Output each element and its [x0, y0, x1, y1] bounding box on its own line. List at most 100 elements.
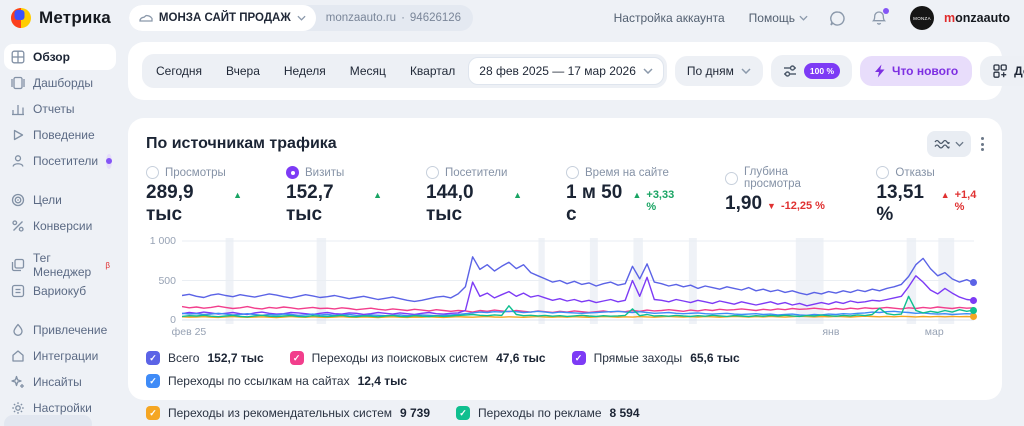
series-end-dot: [970, 307, 977, 314]
account-settings-link[interactable]: Настройка аккаунта: [614, 11, 725, 25]
integrations-icon: [10, 349, 25, 364]
chart: 1 0005000 фев 25янвмар: [146, 238, 984, 341]
sidebar-bottom-element[interactable]: [4, 415, 92, 426]
metric-delta: +1,4 %: [955, 189, 984, 213]
line-chart-icon: [934, 138, 950, 150]
metric-delta: -12,25 %: [781, 200, 825, 212]
legend-item[interactable]: ✓ Переходы из поисковых систем 47,6 тыс: [290, 351, 546, 365]
metric-tab[interactable]: Просмотры 289,9 тыс ▲: [146, 166, 242, 226]
help-menu[interactable]: Помощь: [749, 11, 808, 25]
legend-item[interactable]: ✓ Переходы из рекомендательных систем 9 …: [146, 406, 430, 420]
metric-value: 13,51 %: [876, 182, 935, 226]
avatar[interactable]: MONZA: [910, 6, 934, 30]
legend-checkbox[interactable]: ✓: [572, 351, 586, 365]
chevron-down-icon: [643, 68, 653, 74]
notifications-button[interactable]: [866, 5, 892, 31]
sidebar-item-behavior[interactable]: Поведение: [4, 122, 116, 148]
metric-radio[interactable]: [876, 166, 889, 179]
period-button[interactable]: Вчера: [215, 57, 271, 85]
chat-bubble-icon: [829, 10, 846, 27]
series-end-dot: [970, 279, 977, 286]
legend-item[interactable]: ✓ Прямые заходы 65,6 тыс: [572, 351, 740, 365]
metrica-logo[interactable]: Метрика: [10, 7, 111, 29]
legend-item[interactable]: ✓ Переходы по ссылкам на сайтах 12,4 тыс: [146, 374, 407, 388]
metric-tab[interactable]: Глубина просмотра 1,90 ▼ -12,25 %: [725, 166, 832, 226]
date-range-picker[interactable]: 28 фев 2025 — 17 мар 2026: [468, 57, 664, 85]
dashboards-icon: [10, 76, 25, 91]
sidebar-item-variocube[interactable]: Вариокуб: [4, 278, 116, 304]
sidebar-item-goals[interactable]: Цели: [4, 187, 116, 213]
period-button[interactable]: Сегодня: [145, 57, 213, 85]
sidebar-item-insights[interactable]: Инсайты: [4, 369, 116, 395]
sidebar-item-label: Дашборды: [33, 76, 93, 90]
chart-type-selector[interactable]: [927, 131, 971, 157]
sidebar-item-label: Посетители: [33, 154, 98, 168]
card-title: По источникам трафика: [146, 135, 337, 153]
legend-checkbox[interactable]: ✓: [290, 351, 304, 365]
metric-tab[interactable]: Время на сайте 1 м 50 с ▲ +3,33 %: [566, 166, 681, 226]
sliders-icon: [783, 64, 797, 78]
sampling-control[interactable]: 100 %: [771, 55, 852, 87]
legend-value: 65,6 тыс: [690, 351, 740, 365]
metric-radio[interactable]: [566, 166, 579, 179]
metric-radio[interactable]: [426, 166, 439, 179]
legend-checkbox[interactable]: ✓: [146, 351, 160, 365]
legend-label: Переходы из рекомендательных систем: [168, 406, 392, 420]
metrica-logo-icon: [10, 7, 32, 29]
chevron-down-icon: [955, 141, 964, 147]
metric-label: Посетители: [445, 167, 507, 179]
sidebar-item-grid[interactable]: Обзор: [4, 44, 116, 70]
metric-tab[interactable]: Отказы 13,51 % ▲ +1,4 %: [876, 166, 984, 226]
metric-tab[interactable]: Посетители 144,0 тыс ▲: [426, 166, 522, 226]
chevron-down-icon: [799, 15, 808, 21]
sidebar-item-visitors[interactable]: Посетители: [4, 148, 116, 174]
goals-icon: [10, 193, 25, 208]
sidebar-item-acquisition[interactable]: Привлечение: [4, 317, 116, 343]
period-button[interactable]: Неделя: [273, 57, 337, 85]
sidebar-item-reports[interactable]: Отчеты: [4, 96, 116, 122]
date-range-value: 28 фев 2025 — 17 мар 2026: [479, 64, 636, 78]
counter-meta[interactable]: monzaauto.ru · 94626126: [316, 5, 473, 31]
x-tick-label: фев 25: [172, 326, 207, 338]
metric-value: 1,90: [725, 193, 762, 215]
user-name[interactable]: monzaauto: [944, 11, 1010, 25]
sidebar-item-tag-manager[interactable]: Тег Менеджер β: [4, 252, 116, 278]
metric-tab[interactable]: Визиты 152,7 тыс ▲: [286, 166, 382, 226]
toolbar-right: Что нового Добавить: [860, 54, 1024, 88]
whats-new-button[interactable]: Что нового: [860, 56, 972, 86]
legend-item[interactable]: ✓ Переходы по рекламе 8 594: [456, 406, 640, 420]
chat-button[interactable]: [824, 5, 850, 31]
sidebar-item-conversions[interactable]: Конверсии: [4, 213, 116, 239]
counter-name-dropdown[interactable]: МОНЗА САЙТ ПРОДАЖ: [129, 5, 316, 31]
metric-label: Отказы: [895, 167, 934, 179]
trend-arrow-icon: ▲: [233, 190, 242, 200]
period-button[interactable]: Месяц: [339, 57, 397, 85]
metric-radio[interactable]: [146, 166, 159, 179]
sidebar-item-label: Настройки: [33, 401, 92, 415]
sidebar-item-integrations[interactable]: Интеграции: [4, 343, 116, 369]
plot-area[interactable]: [182, 238, 974, 324]
card-more-button[interactable]: [981, 137, 984, 151]
sidebar-item-dashboards[interactable]: Дашборды: [4, 70, 116, 96]
legend-label: Переходы по ссылкам на сайтах: [168, 374, 350, 388]
period-button[interactable]: Квартал: [399, 57, 466, 85]
granularity-value: По дням: [687, 64, 734, 78]
legend-label: Переходы из поисковых систем: [312, 351, 488, 365]
trend-arrow-icon: ▼: [767, 201, 776, 211]
sidebar-item-label: Привлечение: [33, 323, 107, 337]
add-button[interactable]: Добавить: [980, 56, 1024, 86]
x-tick-label: мар: [925, 326, 944, 338]
legend-checkbox[interactable]: ✓: [456, 406, 470, 420]
metric-radio[interactable]: [286, 166, 299, 179]
y-tick-label: 0: [170, 314, 176, 326]
x-tick-label: янв: [822, 326, 839, 338]
sidebar: Обзор Дашборды Отчеты Поведение Посетите…: [0, 36, 120, 426]
reports-icon: [10, 102, 25, 117]
legend-checkbox[interactable]: ✓: [146, 406, 160, 420]
metric-radio[interactable]: [725, 172, 738, 185]
legend-item[interactable]: ✓ Всего 152,7 тыс: [146, 351, 264, 365]
legend-checkbox[interactable]: ✓: [146, 374, 160, 388]
top-header: Метрика МОНЗА САЙТ ПРОДАЖ monzaauto.ru ·…: [0, 0, 1024, 36]
granularity-dropdown[interactable]: По дням: [675, 56, 763, 86]
metric-label: Просмотры: [165, 167, 226, 179]
